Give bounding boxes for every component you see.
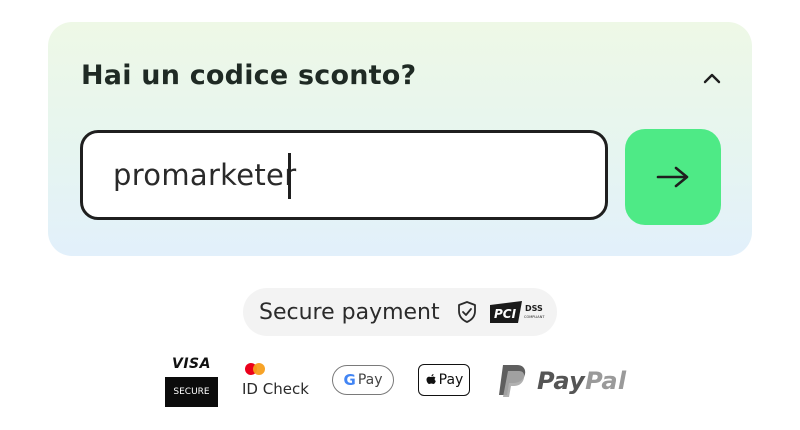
payment-methods-row: VISA SECURE ID Check G Pay Pay PayPal	[0, 356, 800, 416]
text-caret	[288, 153, 291, 199]
secure-payment-label: Secure payment	[259, 299, 440, 325]
visa-secure-logo: VISA SECURE	[165, 356, 218, 408]
apple-icon	[426, 374, 436, 384]
visa-word: VISA	[172, 356, 211, 372]
apple-pay-logo: Pay	[418, 364, 470, 396]
paypal-p-icon	[499, 365, 526, 397]
applepay-label: Pay	[438, 372, 464, 388]
google-g-icon: G	[343, 371, 356, 389]
dss-text: DSS	[525, 304, 543, 313]
compliant-text: COMPLIANT	[524, 315, 545, 319]
idcheck-label: ID Check	[242, 380, 309, 398]
google-pay-logo: G Pay	[332, 365, 394, 395]
paypal-word-pay: Pay	[537, 367, 586, 395]
pci-text: PCI	[494, 307, 517, 321]
chevron-up-icon	[703, 73, 721, 84]
gpay-label: Pay	[357, 372, 383, 388]
pci-dss-logo: PCI DSS COMPLIANT	[488, 299, 548, 325]
discount-title: Hai un codice sconto?	[81, 60, 417, 91]
secure-payment-badge: Secure payment PCI DSS COMPLIANT	[243, 288, 557, 336]
shield-check-icon	[457, 301, 476, 323]
apply-code-button[interactable]	[625, 129, 721, 225]
arrow-right-icon	[656, 166, 689, 188]
visa-secure-label: SECURE	[165, 377, 218, 407]
mastercard-icon	[245, 363, 265, 375]
discount-code-input[interactable]	[113, 158, 583, 192]
mastercard-idcheck-logo: ID Check	[242, 362, 312, 402]
collapse-toggle-button[interactable]	[696, 62, 728, 94]
paypal-word: PayPal	[537, 367, 626, 395]
discount-code-field[interactable]	[80, 130, 608, 220]
paypal-logo: PayPal	[495, 361, 640, 401]
paypal-word-pal: Pal	[585, 367, 627, 395]
discount-code-panel: Hai un codice sconto?	[48, 22, 752, 256]
